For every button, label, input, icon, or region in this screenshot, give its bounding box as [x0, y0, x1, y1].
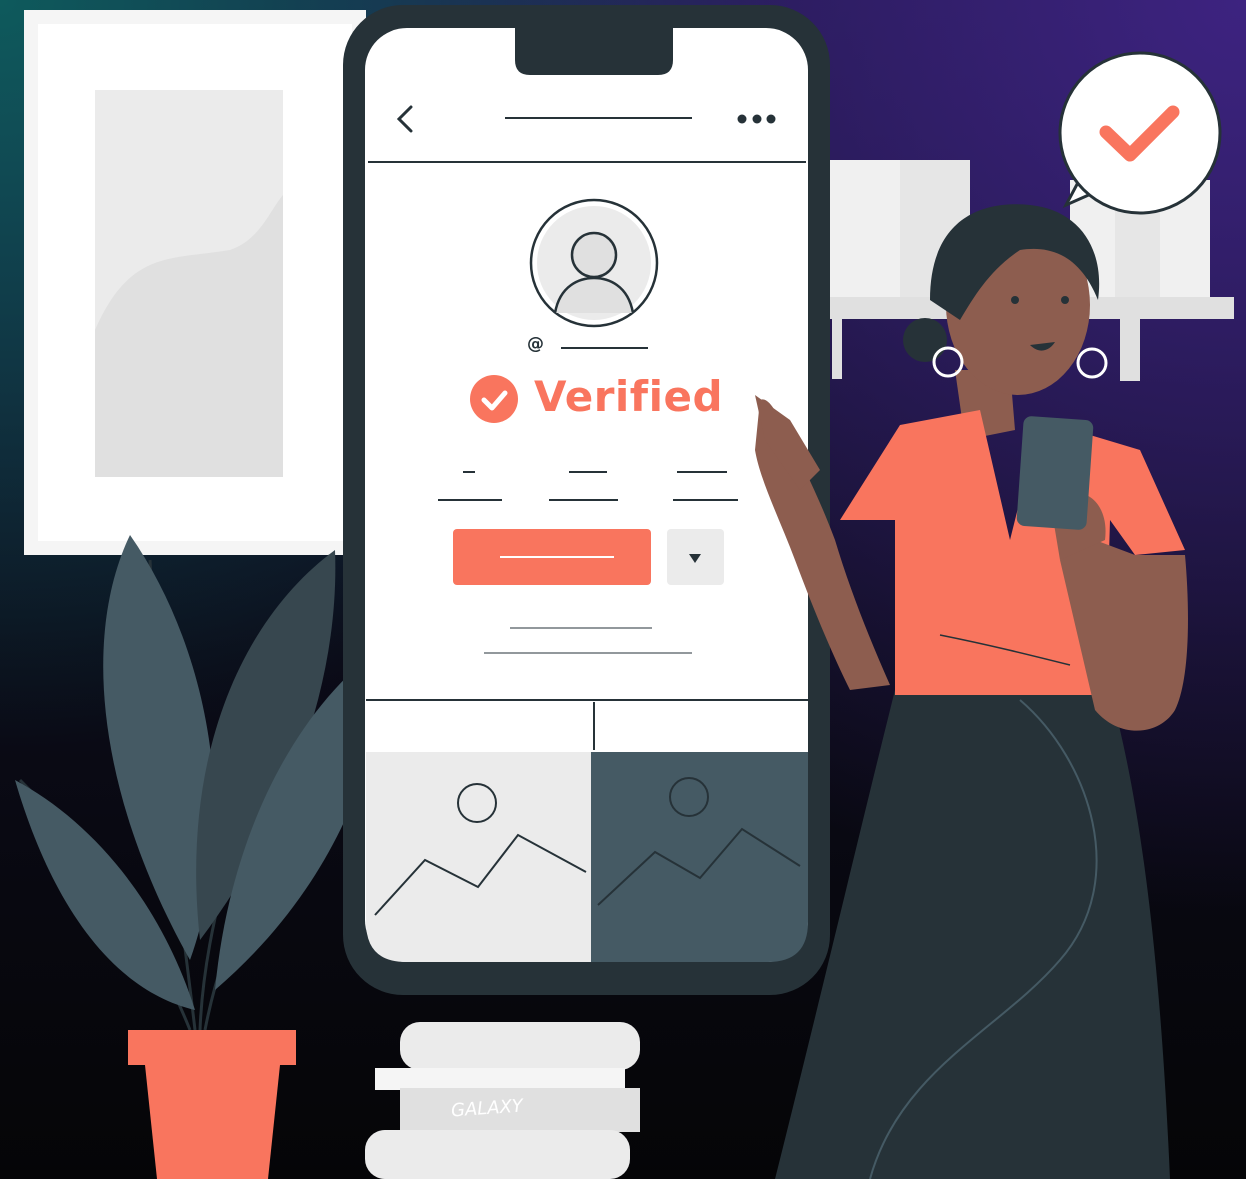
follow-button[interactable]: [453, 529, 651, 585]
illustration: [15, 5, 1234, 1179]
more-dots-icon[interactable]: [737, 114, 776, 124]
image-placeholder-icon[interactable]: [366, 752, 591, 962]
verified-label: Verified: [534, 372, 724, 421]
avatar-icon: [529, 198, 659, 328]
checkmark-bubble-icon: [1058, 51, 1222, 215]
potted-plant: [15, 535, 392, 1179]
wall-frame: [24, 10, 366, 555]
handle-prefix: @: [527, 334, 544, 354]
dropdown-button[interactable]: [667, 529, 724, 585]
verified-check-icon: [470, 375, 518, 423]
image-placeholder-icon[interactable]: [591, 752, 808, 962]
